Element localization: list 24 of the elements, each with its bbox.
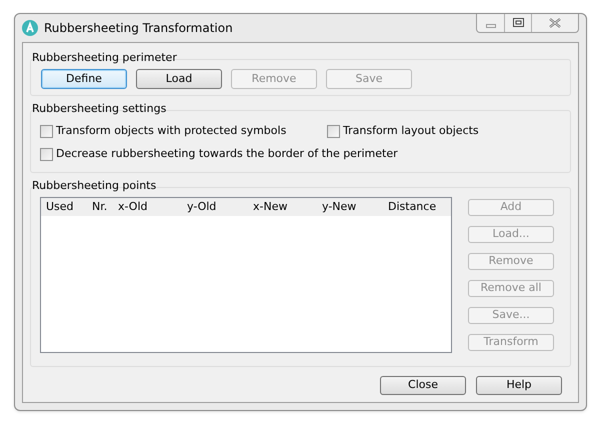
dialog-button[interactable]: Close xyxy=(380,376,466,395)
column-header[interactable]: y-Old xyxy=(187,198,253,216)
restore-icon xyxy=(512,18,524,27)
app-logo-icon xyxy=(22,20,38,36)
checkbox-label: Transform objects with protected symbols xyxy=(56,123,286,140)
checkbox[interactable] xyxy=(40,148,53,161)
column-header[interactable]: Distance xyxy=(388,198,448,216)
group-title: Rubbersheeting perimeter xyxy=(32,51,178,65)
column-header[interactable]: x-New xyxy=(253,198,322,216)
checkbox[interactable] xyxy=(40,125,53,138)
checkbox-label: Decrease rubbersheeting towards the border of the perimeter xyxy=(56,146,398,162)
checkbox-label: Transform layout objects xyxy=(343,123,479,140)
checkbox[interactable] xyxy=(327,125,340,138)
perimeter-button[interactable]: Define xyxy=(41,69,127,89)
column-header[interactable]: Used xyxy=(46,198,92,216)
column-header[interactable]: y-New xyxy=(322,198,388,216)
perimeter-button[interactable]: Load xyxy=(136,69,222,89)
dialog-button[interactable]: Help xyxy=(476,376,562,395)
column-header[interactable]: x-Old xyxy=(118,198,187,216)
column-header[interactable]: Nr. xyxy=(92,198,118,216)
close-icon xyxy=(548,18,562,28)
window-title: Rubbersheeting Transformation xyxy=(44,20,233,37)
group-title: Rubbersheeting settings xyxy=(32,102,168,116)
group-title: Rubbersheeting points xyxy=(32,179,158,193)
